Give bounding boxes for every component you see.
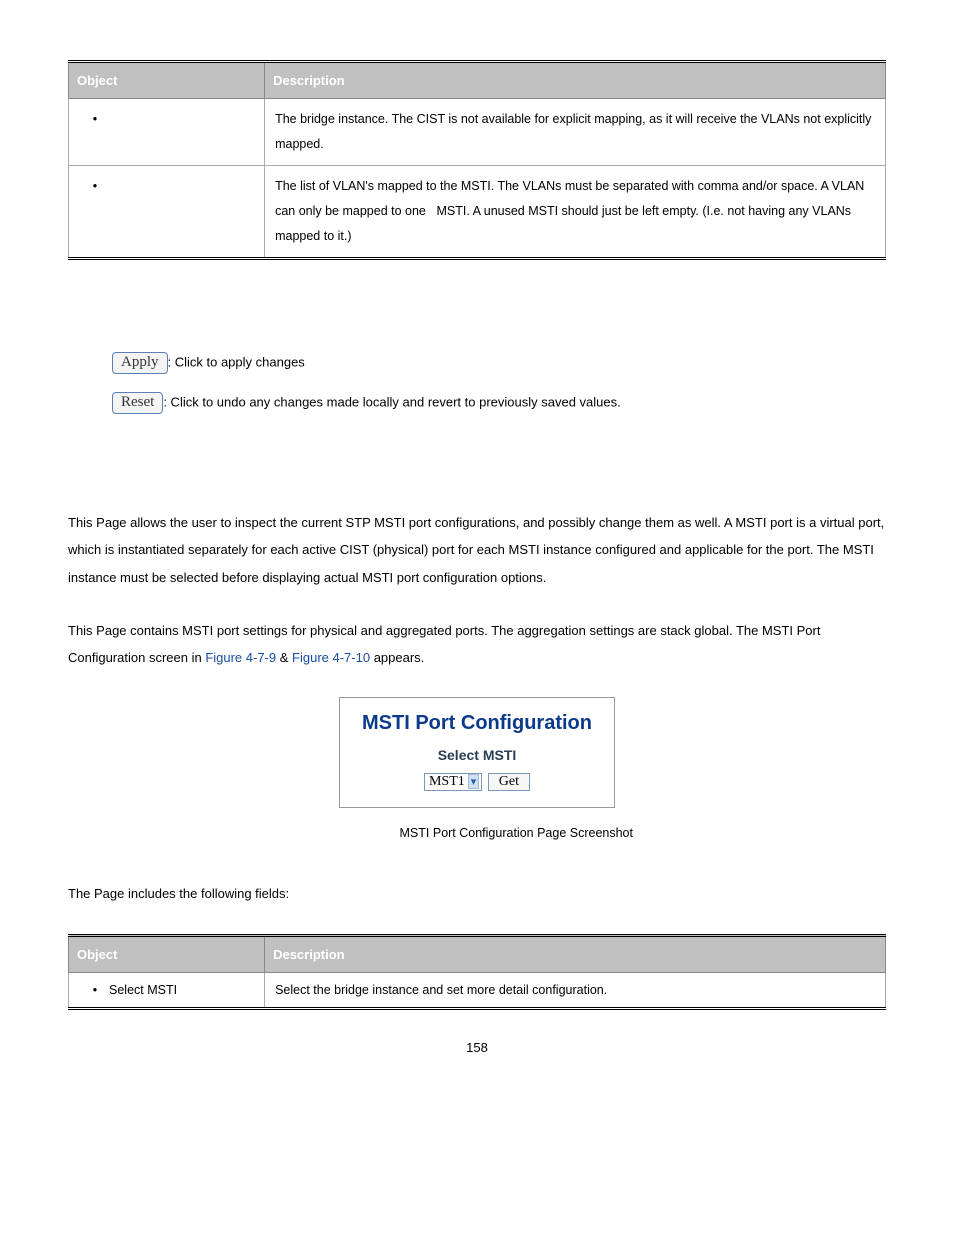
msti-select[interactable]: MST1▾ xyxy=(424,773,482,791)
col-description-header: Description xyxy=(265,62,886,99)
description-cell: The list of VLAN's mapped to the MSTI. T… xyxy=(265,166,886,259)
figure-ref-link[interactable]: Figure 4-7-9 xyxy=(205,650,276,665)
section-heading: 4.7.5 MSTI Ports Configuration xyxy=(68,470,886,487)
fields-intro: The Page includes the following fields: xyxy=(68,880,886,907)
table-row: • Select MSTI Select the bridge instance… xyxy=(69,972,886,1008)
apply-button[interactable]: Apply xyxy=(112,352,168,374)
page-number: 158 xyxy=(68,1040,886,1055)
msti-config-panel: MSTI Port Configuration Select MSTI MST1… xyxy=(339,697,615,808)
col-object-header: Object xyxy=(69,935,265,972)
description-cell: Select the bridge instance and set more … xyxy=(265,972,886,1008)
buttons-heading: Buttons xyxy=(68,310,886,326)
figure-caption: Figure 4-7-9 : MSTI Port Configuration P… xyxy=(68,826,886,840)
section-para-1: This Page allows the user to inspect the… xyxy=(68,509,886,591)
bullet-icon: • xyxy=(89,107,101,132)
reset-description: : Click to undo any changes made locally… xyxy=(163,394,620,409)
reset-button[interactable]: Reset xyxy=(112,392,163,414)
section-para-2: This Page contains MSTI port settings fo… xyxy=(68,617,886,672)
table-row: • MSTI The bridge instance. The CIST is … xyxy=(69,99,886,166)
panel-subtitle: Select MSTI xyxy=(362,747,592,763)
col-object-header: Object xyxy=(69,62,265,99)
description-cell: The bridge instance. The CIST is not ava… xyxy=(265,99,886,166)
object-label: Select MSTI xyxy=(109,983,177,997)
object-label: MSTI xyxy=(109,107,139,132)
table-row: • VLANs Mapped The list of VLAN's mapped… xyxy=(69,166,886,259)
col-description-header: Description xyxy=(265,935,886,972)
figure-ref-link[interactable]: Figure 4-7-10 xyxy=(292,650,370,665)
chevron-down-icon: ▾ xyxy=(468,774,480,789)
panel-title: MSTI Port Configuration xyxy=(362,712,592,735)
apply-description: : Click to apply changes xyxy=(168,354,305,369)
fields-table: Object Description • Select MSTI Select … xyxy=(68,934,886,1010)
bullet-icon: • xyxy=(89,983,101,997)
object-label: VLANs Mapped xyxy=(109,174,197,199)
mapping-table: Object Description • MSTI The bridge ins… xyxy=(68,60,886,260)
get-button[interactable]: Get xyxy=(488,773,530,791)
bullet-icon: • xyxy=(89,174,101,199)
